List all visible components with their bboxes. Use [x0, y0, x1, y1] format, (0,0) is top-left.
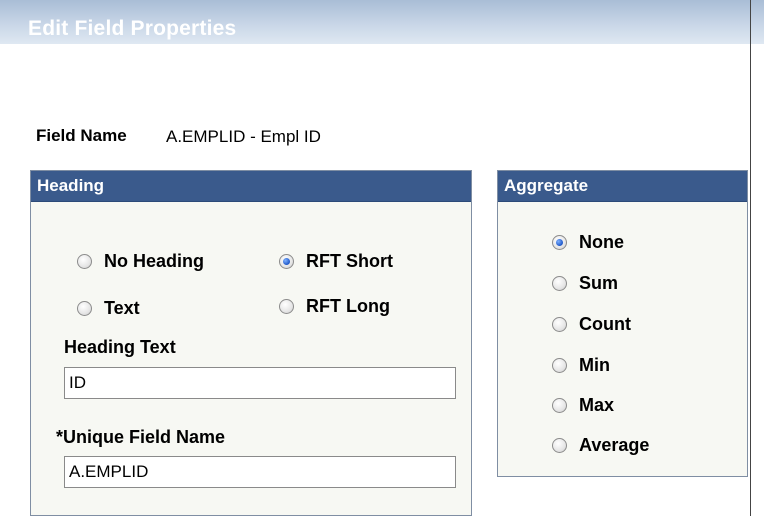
radio-aggregate-count[interactable]: Count	[552, 314, 631, 335]
radio-label: No Heading	[104, 251, 205, 271]
dialog-header: Edit Field Properties	[0, 0, 764, 44]
unique-field-name-input[interactable]: A.EMPLID	[64, 456, 456, 488]
radio-button-icon	[279, 299, 294, 314]
radio-text[interactable]: Text	[77, 298, 140, 319]
radio-label: Count	[579, 314, 631, 334]
radio-button-icon	[552, 398, 567, 413]
unique-field-name-label: *Unique Field Name	[56, 427, 226, 447]
radio-rft-long[interactable]: RFT Long	[279, 296, 390, 317]
field-name-label: Field Name	[36, 126, 127, 145]
radio-aggregate-sum[interactable]: Sum	[552, 273, 618, 294]
radio-button-icon	[552, 317, 567, 332]
aggregate-group: Aggregate None Sum Count Min Max Average	[497, 170, 748, 477]
radio-aggregate-none[interactable]: None	[552, 232, 624, 253]
radio-button-icon	[552, 276, 567, 291]
heading-group: Heading No Heading RFT Short Text RFT Lo…	[30, 170, 472, 516]
radio-button-icon	[552, 438, 567, 453]
radio-aggregate-average[interactable]: Average	[552, 435, 649, 456]
radio-label: Average	[579, 435, 650, 455]
heading-text-input[interactable]: ID	[64, 367, 456, 399]
radio-button-selected-icon	[552, 235, 567, 250]
radio-label: Sum	[579, 273, 619, 293]
aggregate-group-title: Aggregate	[498, 171, 747, 202]
radio-label: Text	[104, 298, 140, 318]
radio-label: None	[579, 232, 624, 252]
field-name-value: A.EMPLID - Empl ID	[166, 127, 321, 146]
window-border	[750, 0, 751, 516]
radio-button-icon	[77, 254, 92, 269]
radio-label: Min	[579, 355, 610, 375]
heading-text-label: Heading Text	[64, 337, 176, 357]
radio-button-icon	[552, 358, 567, 373]
radio-button-selected-icon	[279, 254, 294, 269]
dialog-title: Edit Field Properties	[28, 17, 237, 40]
radio-rft-short[interactable]: RFT Short	[279, 251, 393, 272]
radio-button-icon	[77, 301, 92, 316]
heading-group-title: Heading	[31, 171, 471, 202]
radio-aggregate-min[interactable]: Min	[552, 355, 610, 376]
radio-label: Max	[579, 395, 615, 415]
radio-aggregate-max[interactable]: Max	[552, 395, 614, 416]
radio-label: RFT Short	[306, 251, 393, 271]
radio-no-heading[interactable]: No Heading	[77, 251, 204, 272]
radio-label: RFT Long	[306, 296, 390, 316]
